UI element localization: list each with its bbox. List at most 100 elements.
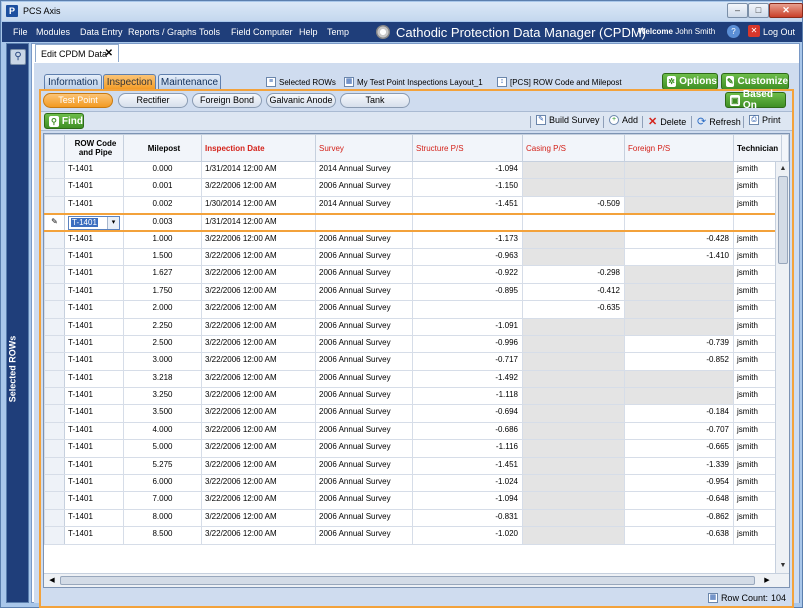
logout-icon[interactable]: ✕	[748, 25, 760, 37]
selected-rows-tool[interactable]: ≡ Selected ROWs	[266, 76, 336, 88]
subtab-galvanic-anode[interactable]: Galvanic Anode	[266, 93, 336, 108]
table-row[interactable]: T-1401 3.000 3/22/2006 12:00 AM 2006 Annual…	[44, 352, 789, 371]
col-milepost-cell[interactable]: 1.000	[123, 230, 202, 249]
col-inspection-date-cell[interactable]: 3/22/2006 12:00 AM	[201, 369, 316, 389]
row-selector[interactable]	[44, 352, 65, 371]
row-selector[interactable]	[44, 247, 65, 267]
col-technician-header[interactable]: Technician	[733, 134, 782, 162]
row-code-dropdown[interactable]: T-1401 ▾	[68, 215, 120, 230]
col-inspection-date-cell[interactable]: 3/22/2006 12:00 AM	[201, 178, 316, 197]
col-survey-cell[interactable]: 2006 Annual Survey	[315, 352, 413, 371]
col-foreign-ps-cell[interactable]: -1.410	[624, 247, 734, 267]
col-inspection-date-cell[interactable]: 3/22/2006 12:00 AM	[201, 439, 316, 458]
table-row[interactable]: T-1401 3.218 3/22/2006 12:00 AM 2006 Annual…	[44, 369, 789, 389]
col-milepost-cell[interactable]: 1.750	[123, 282, 202, 302]
col-milepost-cell[interactable]: 2.500	[123, 334, 202, 354]
col-milepost-cell[interactable]: 0.001	[123, 178, 202, 197]
tab-maintenance[interactable]: Maintenance	[158, 74, 221, 90]
layout-tool[interactable]: ▦ My Test Point Inspections Layout_1	[344, 76, 483, 88]
col-survey-cell[interactable]: 2006 Annual Survey	[315, 526, 413, 545]
col-row-code-cell[interactable]: T-1401	[64, 282, 124, 302]
col-casing-ps-cell[interactable]	[522, 212, 625, 233]
col-row-code-cell[interactable]: T-1401	[64, 369, 124, 389]
col-row-code-cell[interactable]: T-1401	[64, 421, 124, 441]
col-milepost-cell[interactable]: 3.218	[123, 369, 202, 389]
col-casing-ps-cell[interactable]: -0.412	[522, 282, 625, 302]
col-row-code-cell[interactable]: T-1401	[64, 265, 124, 284]
col-casing-ps-cell[interactable]	[522, 404, 625, 423]
row-selector[interactable]	[44, 491, 65, 510]
row-selector[interactable]	[44, 387, 65, 406]
col-structure-ps-cell[interactable]: -1.451	[412, 456, 523, 476]
delete-button[interactable]: ✕ Delete	[648, 115, 686, 128]
col-structure-ps-cell[interactable]: -1.094	[412, 160, 523, 180]
selected-rows-sidebar[interactable]: ⚲ Selected ROWs	[6, 43, 29, 603]
col-foreign-ps-cell[interactable]: -1.339	[624, 456, 734, 476]
build-survey-button[interactable]: ✎ Build Survey	[536, 115, 600, 125]
add-button[interactable]: + Add	[609, 115, 638, 125]
col-row-code-cell[interactable]: T-1401 ▾	[64, 212, 124, 233]
menu-temp[interactable]: Temp	[327, 27, 349, 37]
col-casing-ps-cell[interactable]	[522, 421, 625, 441]
col-row-code-cell[interactable]: T-1401	[64, 300, 124, 319]
col-casing-ps-cell[interactable]: -0.298	[522, 265, 625, 284]
table-row[interactable]: T-1401 1.627 3/22/2006 12:00 AM 2006 Annual…	[44, 265, 789, 284]
col-inspection-date-cell[interactable]: 3/22/2006 12:00 AM	[201, 387, 316, 406]
table-row[interactable]: T-1401 2.250 3/22/2006 12:00 AM 2006 Annual…	[44, 317, 789, 336]
search-icon[interactable]: ⚲	[10, 49, 26, 65]
col-inspection-date-cell[interactable]: 3/22/2006 12:00 AM	[201, 265, 316, 284]
col-structure-ps-cell[interactable]: -1.020	[412, 526, 523, 545]
menu-help[interactable]: Help	[299, 27, 318, 37]
col-survey-cell[interactable]: 2006 Annual Survey	[315, 474, 413, 493]
row-selector[interactable]	[44, 474, 65, 493]
col-structure-ps-cell[interactable]: -0.831	[412, 508, 523, 528]
table-row[interactable]: T-1401 0.002 1/30/2014 12:00 AM 2014 Annual…	[44, 195, 789, 215]
col-survey-cell[interactable]: 2006 Annual Survey	[315, 491, 413, 510]
col-survey-cell[interactable]: 2006 Annual Survey	[315, 456, 413, 476]
col-milepost-cell[interactable]: 2.250	[123, 317, 202, 336]
vertical-scroll-thumb[interactable]	[778, 176, 788, 264]
col-casing-ps-cell[interactable]	[522, 526, 625, 545]
row-selector[interactable]	[44, 456, 65, 476]
table-row[interactable]: T-1401 8.500 3/22/2006 12:00 AM 2006 Annual…	[44, 526, 789, 545]
row-selector[interactable]	[44, 300, 65, 319]
sort-tool[interactable]: ↕ [PCS] ROW Code and Milepost	[497, 76, 622, 88]
col-foreign-ps-cell[interactable]: -0.428	[624, 230, 734, 249]
row-selector[interactable]	[44, 282, 65, 302]
col-inspection-date-cell[interactable]: 3/22/2006 12:00 AM	[201, 508, 316, 528]
col-structure-ps-cell[interactable]: -0.963	[412, 247, 523, 267]
find-button[interactable]: ⚲ Find	[44, 113, 84, 129]
col-inspection-date-cell[interactable]: 1/30/2014 12:00 AM	[201, 195, 316, 215]
menu-tools[interactable]: Tools	[199, 27, 220, 37]
menu-file[interactable]: File	[13, 27, 28, 37]
col-inspection-date-cell[interactable]: 3/22/2006 12:00 AM	[201, 526, 316, 545]
options-button[interactable]: ✲ Options	[662, 73, 718, 90]
col-milepost-cell[interactable]: 1.500	[123, 247, 202, 267]
menu-modules[interactable]: Modules	[36, 27, 70, 37]
row-selector[interactable]	[44, 178, 65, 197]
col-casing-ps-cell[interactable]	[522, 352, 625, 371]
table-row[interactable]: T-1401 2.500 3/22/2006 12:00 AM 2006 Annual…	[44, 334, 789, 354]
table-row[interactable]: T-1401 0.000 1/31/2014 12:00 AM 2014 Annual…	[44, 160, 789, 180]
col-milepost-cell[interactable]: 3.250	[123, 387, 202, 406]
col-survey-cell[interactable]: 2006 Annual Survey	[315, 317, 413, 336]
col-survey-cell[interactable]: 2006 Annual Survey	[315, 387, 413, 406]
col-inspection-date-cell[interactable]: 3/22/2006 12:00 AM	[201, 247, 316, 267]
row-selector[interactable]	[44, 369, 65, 389]
subtab-tank[interactable]: Tank	[340, 93, 410, 108]
col-foreign-ps-cell[interactable]: -0.707	[624, 421, 734, 441]
col-structure-ps-cell[interactable]: -0.717	[412, 352, 523, 371]
close-button[interactable]: ✕	[769, 3, 803, 18]
col-row-code-cell[interactable]: T-1401	[64, 195, 124, 215]
col-milepost-cell[interactable]: 8.500	[123, 526, 202, 545]
col-foreign-ps-cell[interactable]: -0.665	[624, 439, 734, 458]
row-selector[interactable]	[44, 160, 65, 180]
table-row[interactable]: T-1401 1.750 3/22/2006 12:00 AM 2006 Annual…	[44, 282, 789, 302]
col-foreign-ps-cell[interactable]	[624, 317, 734, 336]
col-milepost-cell[interactable]: 7.000	[123, 491, 202, 510]
col-casing-ps-cell[interactable]	[522, 160, 625, 180]
table-row-editing[interactable]: ✎ T-1401 ▾ 0.003 1/31/2014 12:00 AM	[44, 212, 789, 233]
col-foreign-ps-cell[interactable]	[624, 195, 734, 215]
col-row-code-cell[interactable]: T-1401	[64, 160, 124, 180]
scroll-right-icon[interactable]: ▶	[761, 575, 773, 587]
